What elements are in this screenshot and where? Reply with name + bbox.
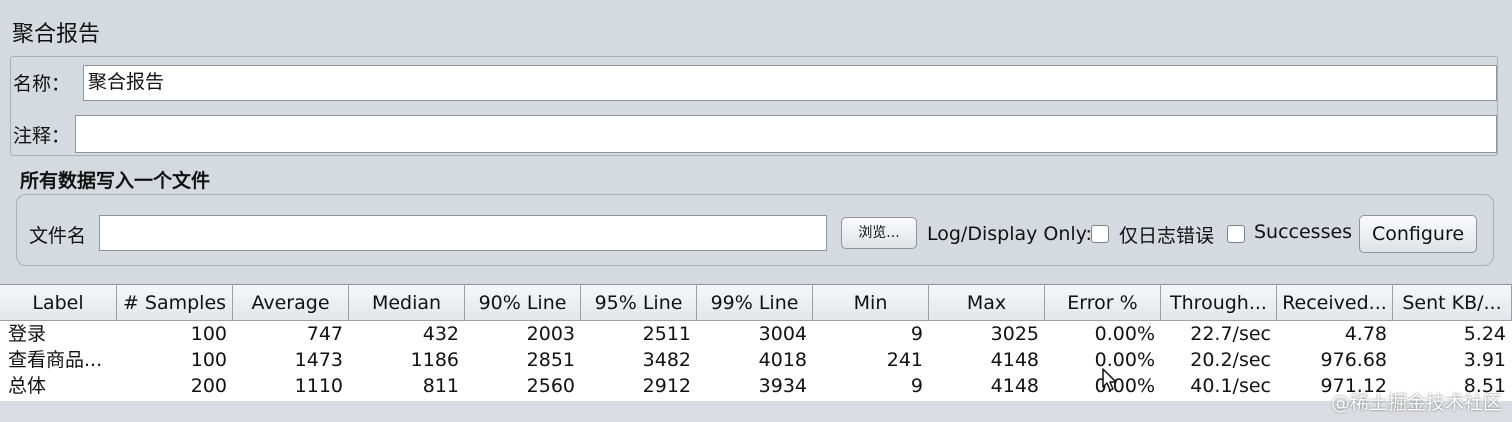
cell-90-line: 2003 [526, 323, 575, 345]
cell-95-line: 2912 [642, 375, 691, 397]
cell-samples: 200 [190, 375, 227, 397]
cell-label: 登录 [8, 323, 47, 345]
cell-99-line: 4018 [758, 349, 807, 371]
cell-sent: 3.91 [1463, 349, 1506, 371]
cell-average: 1110 [294, 375, 343, 397]
cell-95-line: 2511 [642, 323, 691, 345]
filename-label: 文件名 [29, 225, 87, 247]
cell-90-line: 2851 [526, 349, 575, 371]
col-header-90-line[interactable]: 90% Line [465, 285, 581, 321]
table-row[interactable]: 登录 100 747 432 2003 2511 3004 9 3025 0.0… [0, 321, 1512, 347]
cell-min: 9 [910, 375, 923, 397]
cell-median: 432 [422, 323, 459, 345]
col-header-max[interactable]: Max [929, 285, 1045, 321]
cell-max: 4148 [990, 375, 1039, 397]
cell-median: 811 [422, 375, 459, 397]
errors-only-label: 仅日志错误 [1119, 225, 1215, 247]
cell-95-line: 3482 [642, 349, 691, 371]
cell-received: 976.68 [1320, 349, 1387, 371]
cell-90-line: 2560 [526, 375, 575, 397]
name-field[interactable]: 聚合报告 [83, 65, 1497, 101]
col-header-label[interactable]: Label [0, 285, 117, 321]
cell-median: 1186 [410, 349, 459, 371]
name-comment-panel: 名称： 聚合报告 注释： [10, 56, 1498, 156]
cell-error: 0.00% [1094, 323, 1155, 345]
filename-field[interactable] [99, 215, 827, 251]
table-row[interactable]: 总体 200 1110 811 2560 2912 3934 9 4148 0.… [0, 373, 1512, 399]
col-header-average[interactable]: Average [233, 285, 349, 321]
comment-label: 注释： [13, 125, 71, 147]
cell-label: 总体 [8, 375, 47, 397]
successes-checkbox[interactable] [1227, 225, 1245, 243]
col-header-median[interactable]: Median [349, 285, 465, 321]
cell-average: 747 [306, 323, 343, 345]
col-header-min[interactable]: Min [813, 285, 929, 321]
cell-samples: 100 [190, 323, 227, 345]
log-display-label: Log/Display Only: [927, 223, 1092, 245]
col-header-samples[interactable]: # Samples [117, 285, 233, 321]
cell-99-line: 3934 [758, 375, 807, 397]
mouse-cursor-icon [1102, 368, 1117, 391]
cell-average: 1473 [294, 349, 343, 371]
table-header: Label # Samples Average Median 90% Line … [0, 285, 1512, 321]
file-section-title: 所有数据写入一个文件 [20, 170, 211, 192]
cell-throughput: 20.2/sec [1190, 349, 1271, 371]
cell-min: 241 [886, 349, 923, 371]
col-header-sent[interactable]: Sent KB/... [1393, 285, 1512, 321]
errors-only-checkbox[interactable] [1091, 225, 1109, 243]
aggregate-table: Label # Samples Average Median 90% Line … [0, 284, 1512, 422]
successes-label: Successes [1254, 221, 1353, 243]
comment-field[interactable] [75, 115, 1497, 153]
cell-label: 查看商品... [8, 349, 103, 371]
configure-button[interactable]: Configure [1359, 215, 1477, 253]
col-header-99-line[interactable]: 99% Line [697, 285, 813, 321]
col-header-received[interactable]: Received... [1277, 285, 1393, 321]
cell-min: 9 [910, 323, 923, 345]
cell-99-line: 3004 [758, 323, 807, 345]
col-header-error[interactable]: Error % [1045, 285, 1161, 321]
table-row[interactable]: 查看商品... 100 1473 1186 2851 3482 4018 241… [0, 347, 1512, 373]
file-panel: 文件名 浏览... Log/Display Only: 仅日志错误 Succes… [16, 194, 1494, 266]
name-label: 名称： [13, 73, 71, 95]
page-title: 聚合报告 [12, 22, 101, 47]
cell-received: 4.78 [1344, 323, 1387, 345]
cell-sent: 5.24 [1463, 323, 1506, 345]
col-header-95-line[interactable]: 95% Line [581, 285, 697, 321]
table-body: 登录 100 747 432 2003 2511 3004 9 3025 0.0… [0, 321, 1512, 401]
cell-max: 4148 [990, 349, 1039, 371]
cell-samples: 100 [190, 349, 227, 371]
browse-button[interactable]: 浏览... [841, 217, 917, 249]
col-header-throughput[interactable]: Through... [1161, 285, 1277, 321]
cell-throughput: 40.1/sec [1190, 375, 1271, 397]
cell-max: 3025 [990, 323, 1039, 345]
watermark: @稀土掘金技术社区 [1330, 392, 1502, 414]
cell-throughput: 22.7/sec [1190, 323, 1271, 345]
